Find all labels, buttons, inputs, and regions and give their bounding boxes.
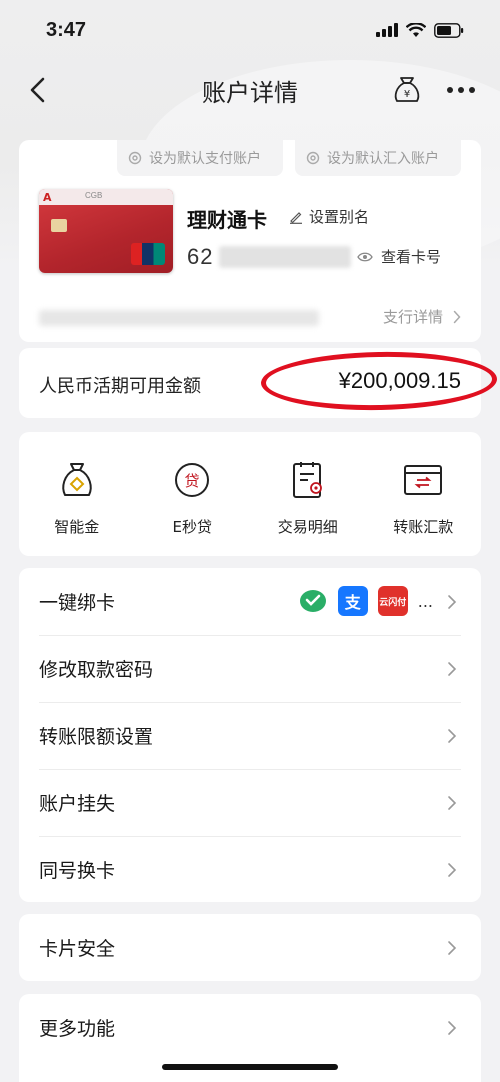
eye-icon — [357, 252, 373, 261]
card-chip-icon — [51, 219, 67, 232]
page-title: 账户详情 — [202, 78, 298, 107]
svg-text:¥: ¥ — [404, 89, 410, 100]
list-item-label: 修改取款密码 — [39, 659, 154, 681]
account-info-masked — [39, 310, 319, 326]
unionpay-logo-icon — [131, 243, 165, 265]
chevron-right-icon — [453, 310, 461, 323]
money-bag-button[interactable]: ¥ — [390, 72, 424, 106]
set-default-receive-label: 设为默认汇入账户 — [327, 151, 439, 167]
set-alias-label: 设置别名 — [309, 208, 370, 226]
function-label: 交易明细 — [277, 518, 338, 536]
status-time: 3:47 — [46, 18, 87, 41]
set-default-pay-button[interactable]: 设为默认支付账户 — [117, 140, 283, 176]
card-number: 62 — [187, 244, 214, 269]
list-item-card-security[interactable]: 卡片安全 — [19, 914, 481, 981]
signal-icon — [376, 23, 398, 37]
balance-card: 人民币活期可用金额 ¥200,009.15 — [19, 348, 498, 418]
list-item-change-pin[interactable]: 修改取款密码 — [19, 635, 481, 702]
function-e-loan[interactable]: 贷 E秒贷 — [135, 432, 251, 556]
chevron-right-icon — [448, 729, 457, 743]
alipay-icon: 支 — [337, 586, 368, 616]
set-alias-button[interactable]: 设置别名 — [289, 206, 369, 227]
loan-icon: 贷 — [175, 463, 210, 497]
list-item-label: 账户挂失 — [39, 793, 116, 815]
list-item-bind-card[interactable]: 一键绑卡 支 云闪付 ... — [19, 568, 481, 635]
view-card-number-label: 查看卡号 — [381, 248, 442, 266]
branch-detail-label: 支行详情 — [382, 308, 443, 326]
balance-label: 人民币活期可用金额 — [39, 376, 201, 397]
security-list: 卡片安全 — [19, 914, 481, 981]
wechat-pay-icon — [298, 586, 328, 616]
chevron-right-icon — [448, 595, 457, 609]
function-transaction-detail[interactable]: 交易明细 — [250, 432, 366, 556]
unionpay-cloud-icon: 云闪付 — [377, 586, 408, 616]
function-transfer[interactable]: 转账汇款 — [366, 432, 482, 556]
transaction-detail-icon — [292, 462, 322, 498]
set-default-pay-label: 设为默认支付账户 — [149, 151, 261, 167]
card-number-masked — [219, 246, 351, 268]
status-icons — [376, 22, 464, 38]
card-name: 理财通卡 — [187, 208, 267, 232]
list-item-label: 更多功能 — [39, 1018, 116, 1040]
edit-icon — [290, 211, 302, 224]
list-item-label: 一键绑卡 — [39, 592, 116, 614]
function-smart-gold[interactable]: 智能金 — [19, 432, 135, 556]
function-grid: 智能金 贷 E秒贷 交易明细 转账汇款 — [19, 432, 481, 556]
status-bar: 3:47 — [0, 0, 500, 60]
list-item-label: 卡片安全 — [39, 938, 116, 960]
home-indicator[interactable] — [162, 1064, 338, 1070]
list-item-label: 转账限额设置 — [39, 726, 154, 748]
function-label: 智能金 — [54, 518, 100, 536]
highlight-circle — [260, 349, 498, 413]
more-options-button[interactable] — [444, 74, 478, 106]
wifi-icon — [406, 22, 426, 37]
list-item-replace-card[interactable]: 同号换卡 — [19, 836, 481, 903]
branch-detail-link[interactable]: 支行详情 — [383, 306, 461, 327]
chevron-right-icon — [448, 662, 457, 676]
navigation-bar: 账户详情 ¥ — [0, 60, 500, 120]
payment-apps: 支 云闪付 ... — [298, 586, 433, 616]
transfer-icon — [404, 465, 443, 495]
list-item-report-loss[interactable]: 账户挂失 — [19, 769, 481, 836]
gear-icon — [128, 151, 142, 165]
money-bag-icon: ¥ — [394, 77, 420, 102]
svg-text:贷: 贷 — [185, 472, 200, 490]
card-brand-text: CGB — [85, 191, 103, 200]
chevron-right-icon — [448, 863, 457, 877]
battery-icon — [434, 22, 464, 38]
list-item-more-functions[interactable]: 更多功能 — [19, 994, 481, 1061]
list-item-label: 同号换卡 — [39, 860, 116, 882]
set-default-receive-button[interactable]: 设为默认汇入账户 — [295, 140, 461, 176]
chevron-right-icon — [448, 796, 457, 810]
money-bag-icon — [62, 463, 92, 496]
chevron-right-icon — [448, 941, 457, 955]
settings-list: 一键绑卡 支 云闪付 ... 修改取款密码 转账限额设置 账户挂失 同号换卡 — [19, 568, 481, 902]
function-label: E秒贷 — [172, 518, 212, 536]
more-payment-apps: ... — [417, 591, 433, 611]
view-card-number-button[interactable]: 查看卡号 — [357, 246, 441, 267]
function-label: 转账汇款 — [393, 518, 454, 536]
gear-icon — [306, 151, 320, 165]
account-card: 设为默认支付账户 设为默认汇入账户 A CGB 理财通卡 设置别名 62 查看卡… — [19, 140, 481, 342]
bank-logo-icon: A — [43, 191, 52, 204]
list-item-transfer-limit[interactable]: 转账限额设置 — [19, 702, 481, 769]
bank-card-image: A CGB — [39, 189, 173, 273]
chevron-right-icon — [448, 1021, 457, 1035]
